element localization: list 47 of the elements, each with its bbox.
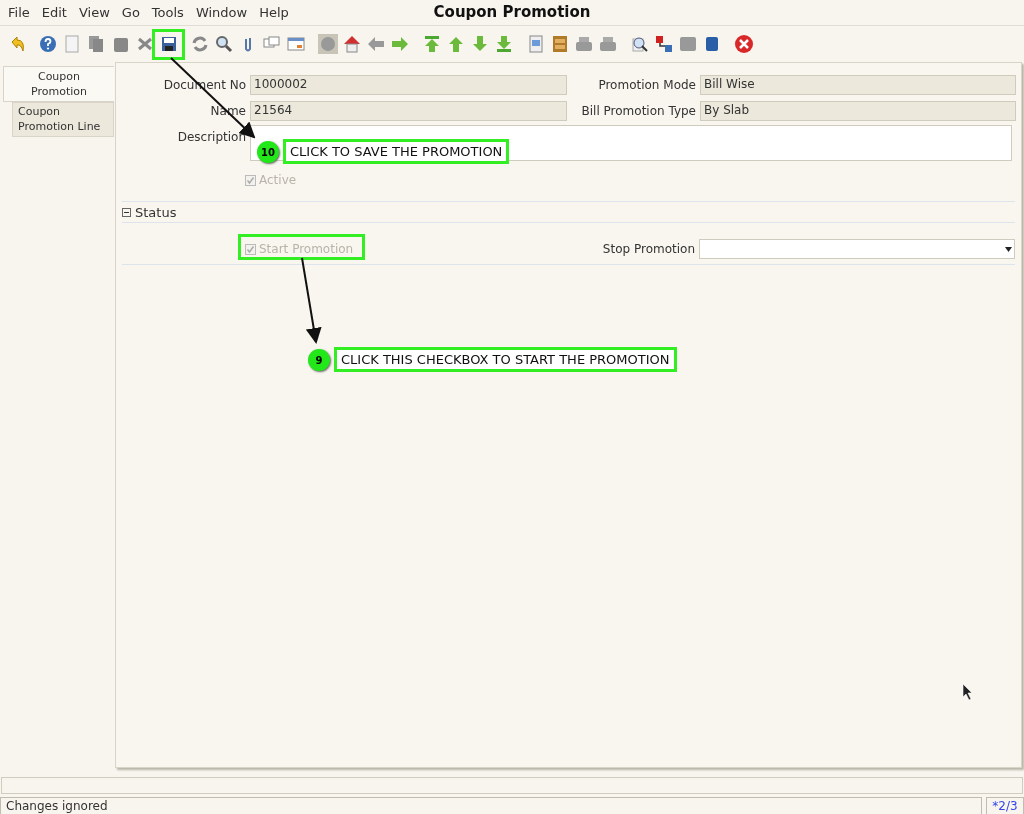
menu-item[interactable]: Help <box>253 5 295 20</box>
field-label: Bill Promotion Type <box>580 104 696 118</box>
input-field[interactable]: By Slab <box>700 101 1016 121</box>
highlight-frame <box>152 29 185 60</box>
workflow-icon[interactable] <box>654 34 674 54</box>
copy-icon[interactable] <box>86 34 106 54</box>
menu-item[interactable]: View <box>72 5 116 20</box>
grid-icon[interactable] <box>286 34 306 54</box>
refresh-icon[interactable] <box>190 34 210 54</box>
first-record-icon[interactable] <box>422 34 442 54</box>
print-icon[interactable] <box>574 34 594 54</box>
input-field[interactable]: Bill Wise <box>700 75 1016 95</box>
callout-tooltip: CLICK TO SAVE THE PROMOTION <box>283 139 510 164</box>
help-icon[interactable] <box>38 34 58 54</box>
input-field[interactable]: 1000002 <box>250 75 567 95</box>
input-field[interactable]: 21564 <box>250 101 567 121</box>
callout-tooltip: CLICK THIS CHECKBOX TO START THE PROMOTION <box>334 347 677 372</box>
right-arrow-icon[interactable] <box>390 34 410 54</box>
menu-item[interactable]: File <box>2 5 36 20</box>
menu-item[interactable]: Window <box>189 5 254 20</box>
tab[interactable]: Coupon Promotion <box>3 66 114 102</box>
collapse-icon[interactable] <box>122 207 131 217</box>
checkbox-label: Start Promotion <box>259 242 354 256</box>
dropdown-field[interactable] <box>699 239 1015 259</box>
menu-item[interactable]: Go <box>115 5 146 20</box>
checkbox-label: Active <box>259 173 297 187</box>
home-icon[interactable] <box>342 34 362 54</box>
status-message: Changes ignored <box>0 797 982 814</box>
field-label: Stop Promotion <box>601 242 695 256</box>
pointer-icon <box>962 683 973 701</box>
report-icon[interactable] <box>526 34 546 54</box>
tab[interactable]: Coupon Promotion Line <box>12 102 114 137</box>
window-title: Coupon Promotion <box>433 3 591 21</box>
close-icon[interactable] <box>734 34 754 54</box>
menu-item[interactable]: Tools <box>145 5 190 20</box>
save-icon[interactable] <box>159 34 179 54</box>
last-record-icon[interactable] <box>494 34 514 54</box>
search-icon[interactable] <box>214 34 234 54</box>
record-counter: *2/3 <box>986 797 1024 814</box>
caret-icon[interactable] <box>1005 247 1012 252</box>
archive-icon[interactable] <box>550 34 570 54</box>
print-preview-icon[interactable] <box>598 34 618 54</box>
field-label: Description <box>176 129 246 146</box>
field-label: Promotion Mode <box>597 78 696 92</box>
section-title[interactable]: Status <box>135 204 177 220</box>
menu-item[interactable]: Edit <box>35 5 73 20</box>
zoom-icon[interactable] <box>630 34 650 54</box>
